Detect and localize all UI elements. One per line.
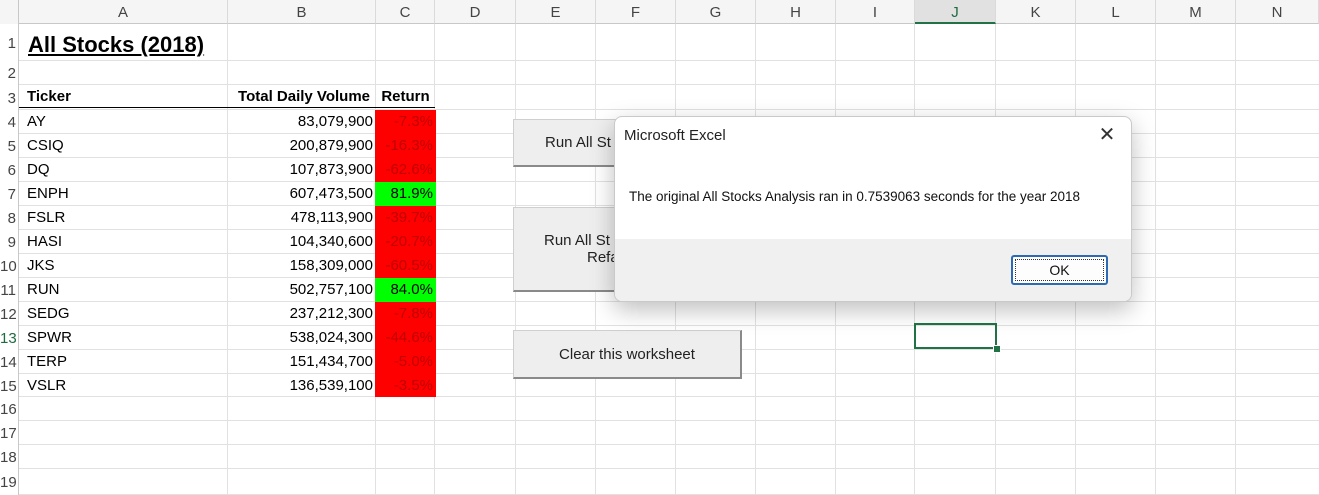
cell-return[interactable]: 81.9% xyxy=(375,182,436,206)
cell-ticker[interactable]: SPWR xyxy=(19,326,228,350)
header-border xyxy=(19,107,435,108)
cell-return[interactable]: -44.6% xyxy=(375,326,436,350)
cell-volume[interactable]: 538,024,300 xyxy=(228,326,376,350)
cell-ticker[interactable]: FSLR xyxy=(19,206,228,230)
message-dialog: Microsoft Excel ✕ The original All Stock… xyxy=(614,116,1132,302)
cell-ticker[interactable]: JKS xyxy=(19,254,228,278)
column-header-d[interactable]: D xyxy=(435,0,516,24)
cell-return[interactable]: -3.5% xyxy=(375,374,436,397)
row-header-12[interactable]: 12 xyxy=(0,302,18,326)
cell-return[interactable]: -7.3% xyxy=(375,110,436,134)
header-total-volume[interactable]: Total Daily Volume xyxy=(228,85,376,109)
column-header-j[interactable]: J xyxy=(915,0,996,24)
header-ticker[interactable]: Ticker xyxy=(19,85,228,109)
cell-return[interactable]: -39.7% xyxy=(375,206,436,230)
row-header-15[interactable]: 15 xyxy=(0,374,18,397)
cell-volume[interactable]: 83,079,900 xyxy=(228,110,376,134)
cell-ticker[interactable]: VSLR xyxy=(19,374,228,397)
row-header-13[interactable]: 13 xyxy=(0,326,18,350)
cell-return[interactable]: -16.3% xyxy=(375,134,436,158)
column-header-i[interactable]: I xyxy=(836,0,915,24)
row-header-14[interactable]: 14 xyxy=(0,350,18,374)
column-header-n[interactable]: N xyxy=(1236,0,1319,24)
column-header-a[interactable]: A xyxy=(19,0,228,24)
cell-volume[interactable]: 200,879,900 xyxy=(228,134,376,158)
clear-worksheet-label: Clear this worksheet xyxy=(559,345,695,363)
close-icon[interactable]: ✕ xyxy=(1097,123,1117,147)
cell-ticker[interactable]: TERP xyxy=(19,350,228,374)
select-all-corner[interactable] xyxy=(0,0,19,24)
run-refactored-label-line2: Refa xyxy=(587,249,619,266)
cell-return[interactable]: -60.5% xyxy=(375,254,436,278)
row-header-3[interactable]: 3 xyxy=(0,85,18,110)
row-header-4[interactable]: 4 xyxy=(0,110,18,134)
grid-vline xyxy=(1155,24,1156,495)
row-header-8[interactable]: 8 xyxy=(0,206,18,230)
grid-hline xyxy=(18,420,1319,421)
cell-volume[interactable]: 607,473,500 xyxy=(228,182,376,206)
row-header-7[interactable]: 7 xyxy=(0,182,18,206)
row-header-1[interactable]: 1 xyxy=(0,24,18,61)
row-header-16[interactable]: 16 xyxy=(0,397,18,421)
cell-ticker[interactable]: RUN xyxy=(19,278,228,302)
grid-vline xyxy=(1235,24,1236,495)
column-header-h[interactable]: H xyxy=(756,0,836,24)
row-header-5[interactable]: 5 xyxy=(0,134,18,158)
cell-volume[interactable]: 158,309,000 xyxy=(228,254,376,278)
column-header-f[interactable]: F xyxy=(596,0,676,24)
ok-focus-ring xyxy=(1015,259,1104,281)
cell-return[interactable]: -20.7% xyxy=(375,230,436,254)
column-header-k[interactable]: K xyxy=(996,0,1076,24)
row-header-11[interactable]: 11 xyxy=(0,278,18,302)
row-header-17[interactable]: 17 xyxy=(0,421,18,445)
header-return[interactable]: Return xyxy=(376,85,435,109)
column-header-g[interactable]: G xyxy=(676,0,756,24)
cell-return[interactable]: -5.0% xyxy=(375,350,436,374)
cell-return[interactable]: -7.8% xyxy=(375,302,436,326)
row-header-10[interactable]: 10 xyxy=(0,254,18,278)
cell-return[interactable]: -62.6% xyxy=(375,158,436,182)
cell-ticker[interactable]: SEDG xyxy=(19,302,228,326)
cell-volume[interactable]: 136,539,100 xyxy=(228,374,376,397)
cell-return[interactable]: 84.0% xyxy=(375,278,436,302)
dialog-title: Microsoft Excel xyxy=(624,127,726,144)
run-refactored-label-line1: Run All St xyxy=(544,232,610,249)
column-header-c[interactable]: C xyxy=(376,0,435,24)
row-header-6[interactable]: 6 xyxy=(0,158,18,182)
column-header-b[interactable]: B xyxy=(228,0,376,24)
cell-ticker[interactable]: AY xyxy=(19,110,228,134)
grid-hline xyxy=(18,444,1319,445)
dialog-message: The original All Stocks Analysis ran in … xyxy=(629,189,1081,204)
column-header-e[interactable]: E xyxy=(516,0,596,24)
cell-volume[interactable]: 104,340,600 xyxy=(228,230,376,254)
column-header-l[interactable]: L xyxy=(1076,0,1156,24)
cell-volume[interactable]: 151,434,700 xyxy=(228,350,376,374)
row-header-2[interactable]: 2 xyxy=(0,61,18,85)
cell-volume[interactable]: 502,757,100 xyxy=(228,278,376,302)
run-all-stocks-label: Run All St xyxy=(545,134,611,151)
grid-hline xyxy=(18,60,1319,61)
cell-ticker[interactable]: DQ xyxy=(19,158,228,182)
row-header-9[interactable]: 9 xyxy=(0,230,18,254)
cell-volume[interactable]: 107,873,900 xyxy=(228,158,376,182)
row-header-19[interactable]: 19 xyxy=(0,469,18,495)
cell-volume[interactable]: 237,212,300 xyxy=(228,302,376,326)
column-header-m[interactable]: M xyxy=(1156,0,1236,24)
active-cell-selection[interactable] xyxy=(914,323,997,349)
grid-hline xyxy=(18,468,1319,469)
cell-ticker[interactable]: HASI xyxy=(19,230,228,254)
macro-button-clear-worksheet[interactable]: Clear this worksheet xyxy=(513,330,742,379)
cell-ticker[interactable]: ENPH xyxy=(19,182,228,206)
fill-handle[interactable] xyxy=(993,345,1001,353)
sheet-title-cell[interactable]: All Stocks (2018) xyxy=(20,30,204,62)
ok-button[interactable]: OK xyxy=(1011,255,1108,285)
cell-ticker[interactable]: CSIQ xyxy=(19,134,228,158)
cell-volume[interactable]: 478,113,900 xyxy=(228,206,376,230)
row-header-18[interactable]: 18 xyxy=(0,445,18,469)
